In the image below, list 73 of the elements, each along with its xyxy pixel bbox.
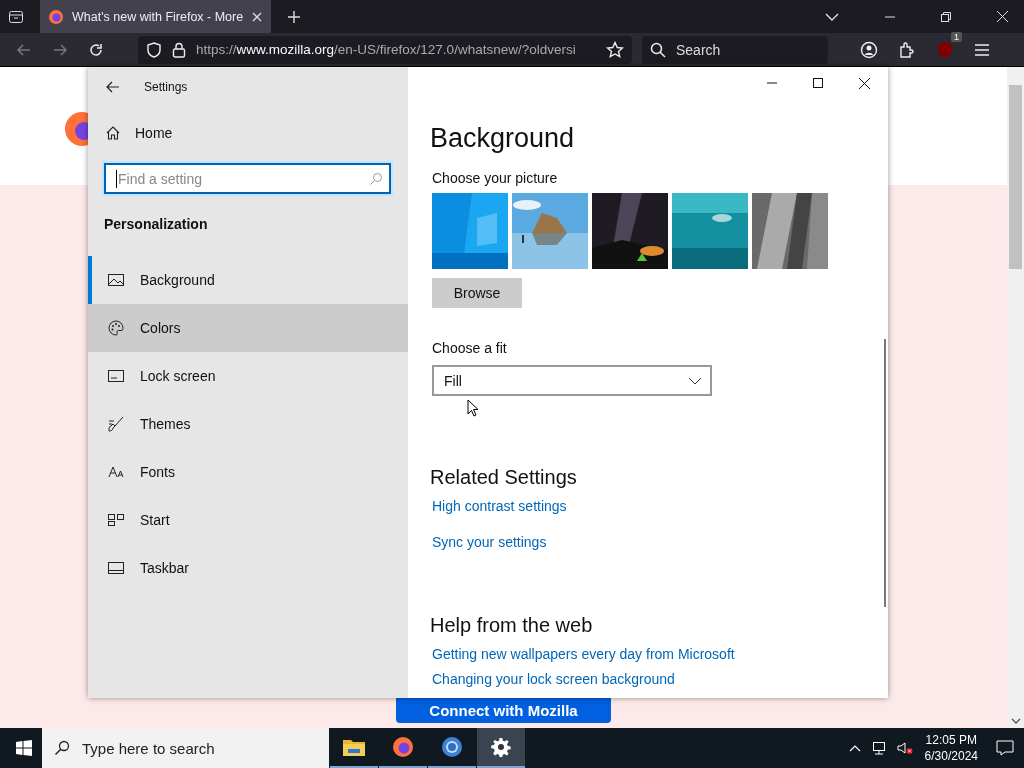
forward-arrow-icon[interactable]	[52, 41, 68, 58]
brush-icon	[108, 416, 124, 432]
url-text: https://www.mozilla.org/en-US/firefox/127.0/whatsnew/?oldversi	[196, 42, 577, 57]
page-heading: Background	[430, 123, 575, 154]
restore-icon[interactable]	[941, 11, 951, 22]
search-field[interactable]: Find a setting	[116, 169, 369, 188]
tiles-icon	[108, 513, 124, 527]
mouse-pointer-icon	[467, 399, 479, 417]
palette-icon	[108, 320, 124, 336]
nav-item[interactable]: Colors	[88, 304, 408, 352]
taskbar-search-field[interactable]: Type here to search	[80, 738, 314, 758]
tab-title: What's new with Firefox - More	[72, 9, 244, 24]
account-icon[interactable]	[860, 40, 878, 59]
nav-item[interactable]: Fonts	[88, 448, 408, 496]
taskbar-search-box[interactable]: Type here to search	[42, 728, 329, 768]
windows-start-icon[interactable]	[16, 740, 32, 756]
nav-item[interactable]: Start	[88, 496, 408, 544]
section-heading: Personalization	[104, 216, 209, 232]
menu-icon[interactable]	[974, 42, 990, 57]
search-icon	[369, 171, 383, 186]
chevron-down-icon	[688, 376, 702, 385]
help-link[interactable]: Getting new wallpapers every day from Microsoft	[432, 646, 735, 662]
home-icon	[105, 125, 121, 141]
firefox-icon	[48, 8, 64, 25]
help-link[interactable]: Changing your lock screen background	[432, 671, 675, 687]
gear-icon[interactable]	[477, 728, 525, 768]
taskbar-icon	[108, 561, 124, 575]
letters-icon	[108, 465, 124, 479]
muted-speaker-icon[interactable]	[896, 741, 913, 755]
clock-date[interactable]: 6/30/2024	[924, 749, 978, 763]
new-tab-icon[interactable]	[287, 9, 302, 24]
field-label: Choose your picture	[432, 170, 558, 186]
star-icon[interactable]	[606, 40, 624, 59]
search-field[interactable]: Search	[674, 40, 818, 59]
browser-tab[interactable]: What's new with Firefox - More	[40, 0, 272, 33]
home-item[interactable]: Home	[105, 125, 225, 141]
nav-item[interactable]: Lock screen	[88, 352, 408, 400]
back-arrow-icon[interactable]	[106, 81, 120, 93]
network-icon[interactable]	[870, 741, 887, 755]
search-icon	[54, 740, 70, 756]
reload-icon[interactable]	[88, 41, 104, 58]
search-icon	[650, 41, 666, 58]
field-label: Choose a fit	[432, 340, 507, 356]
maximize-icon[interactable]	[813, 78, 823, 88]
tab-list-icon[interactable]	[8, 8, 24, 25]
settings-link[interactable]: High contrast settings	[432, 498, 567, 514]
shield-icon	[146, 41, 162, 58]
screen-icon	[108, 369, 124, 383]
lock-icon	[172, 41, 186, 58]
scrollbar-thumb[interactable]	[1009, 85, 1022, 269]
scroll-down-icon[interactable]	[1011, 718, 1021, 724]
section-title: Help from the web	[430, 614, 593, 637]
search-box[interactable]: Find a setting	[104, 163, 391, 194]
picture-icon	[108, 273, 124, 287]
section-title: Related Settings	[430, 466, 577, 489]
chevron-down-icon[interactable]	[825, 11, 839, 22]
settings-link[interactable]: Sync your settings	[432, 534, 547, 550]
nav-item[interactable]: Taskbar	[88, 544, 408, 592]
browse-button[interactable]: Browse	[432, 278, 522, 308]
scrollbar-thumb[interactable]	[884, 339, 886, 607]
notification-icon[interactable]	[996, 740, 1014, 756]
badge: 1	[951, 31, 962, 42]
close-icon[interactable]	[251, 10, 264, 23]
address-bar[interactable]: https://www.mozilla.org/en-US/firefox/127.0/whatsnew/?oldversi	[138, 35, 632, 64]
window-title: Settings	[144, 80, 188, 94]
nav-item[interactable]: Themes	[88, 400, 408, 448]
clock-time[interactable]: 12:05 PM	[925, 733, 977, 747]
search-box[interactable]: Search	[642, 35, 828, 64]
fit-dropdown[interactable]: Fill	[432, 365, 712, 396]
caret-up-icon[interactable]	[848, 744, 861, 752]
close-icon[interactable]	[859, 77, 870, 89]
connect-button[interactable]: Connect with Mozilla	[396, 698, 611, 723]
puzzle-icon[interactable]	[898, 40, 916, 59]
